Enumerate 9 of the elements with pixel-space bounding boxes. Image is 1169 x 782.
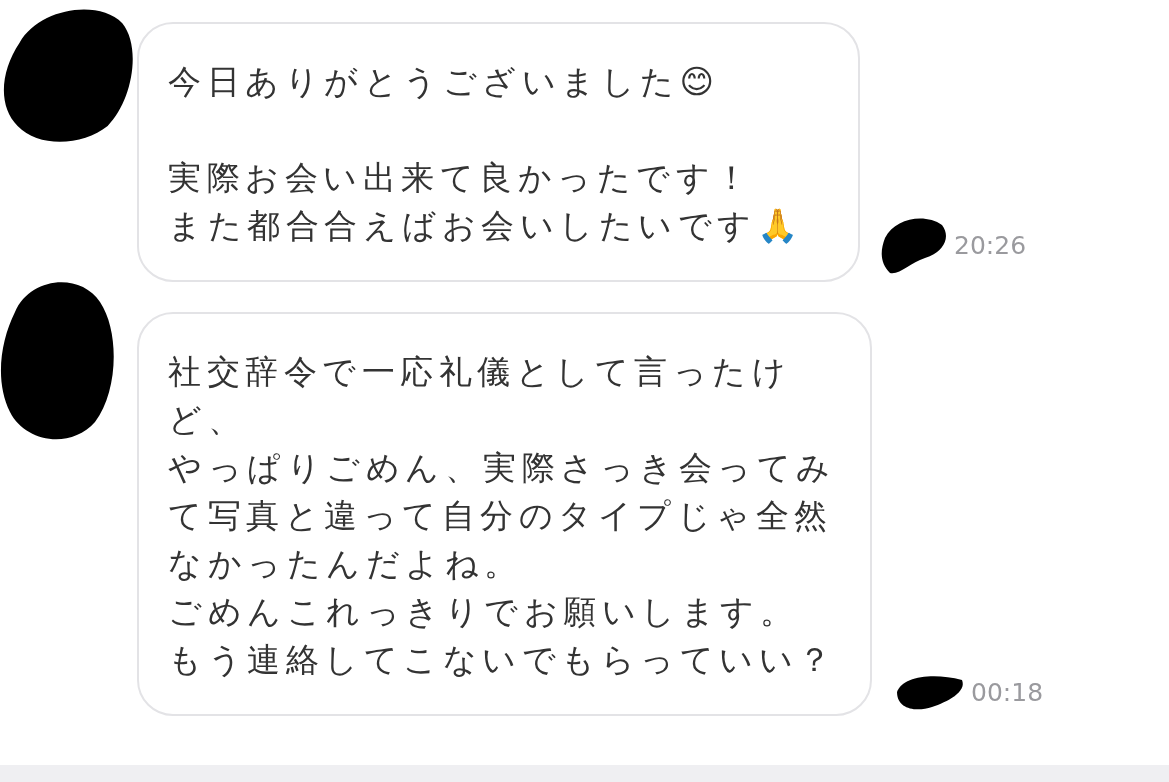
message-text: 今日ありがとうございました😊 <box>168 61 721 103</box>
message-text: もう連絡してこないでもらっていい？ <box>168 639 838 681</box>
message-text: 社交辞令で一応礼儀として言ったけど、 <box>168 351 792 441</box>
message-text: やっぱりごめん、実際さっき会ってみて写真と違って自分のタイプじゃ全然なかったんだよね。 <box>168 447 837 585</box>
message-text: また都合合えばお会いしたいです🙏 <box>168 205 804 247</box>
message-time: 00:18 <box>971 677 1044 707</box>
message-time: 20:26 <box>954 231 1027 260</box>
message-text: ごめんこれっきりでお願いします。 <box>168 591 799 633</box>
message-text: 実際お会い出来て良かったです！ <box>168 157 755 199</box>
